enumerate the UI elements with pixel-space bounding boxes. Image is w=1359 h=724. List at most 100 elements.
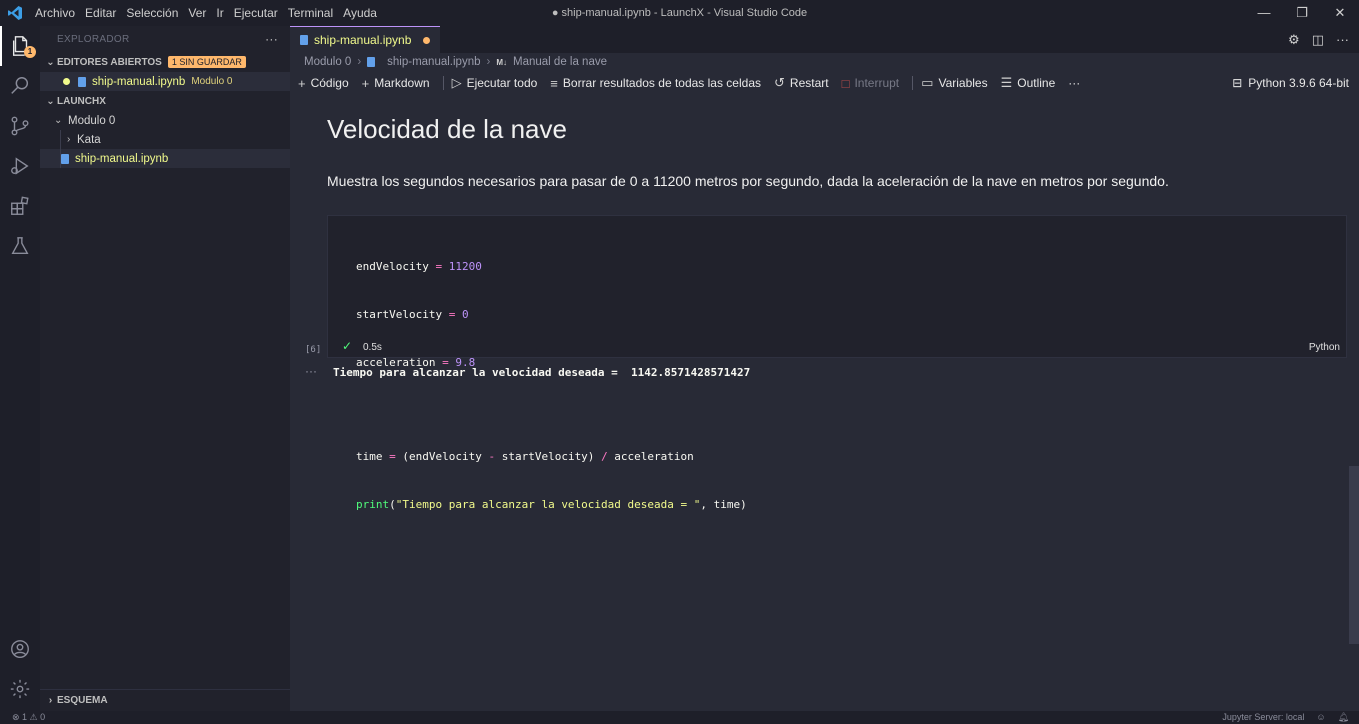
restart-icon: ↺ — [774, 75, 785, 90]
settings-gear-icon[interactable] — [0, 669, 40, 709]
problems-indicator[interactable]: ⊗ 1 ⚠ 0 — [12, 711, 45, 724]
tree-file-ship-manual[interactable]: ship-manual.ipynb — [40, 149, 290, 168]
code-editor[interactable]: endVelocity = 11200 startVelocity = 0 ac… — [356, 227, 747, 545]
outline-section[interactable]: › ESQUEMA — [40, 689, 290, 711]
open-editors-label: EDITORES ABIERTOS — [57, 56, 162, 68]
run-all-label: Ejecutar todo — [466, 76, 538, 90]
variables-label: Variables — [938, 76, 988, 90]
menu-editar[interactable]: Editar — [80, 0, 121, 26]
toolbar-more-button[interactable]: ··· — [1068, 76, 1080, 90]
close-window-button[interactable]: ✕ — [1321, 0, 1359, 26]
chevron-down-icon: ⌄ — [54, 115, 63, 126]
extensions-icon[interactable] — [0, 186, 40, 226]
workspace-label: LAUNCHX — [57, 95, 106, 107]
workspace-section[interactable]: ⌄ LAUNCHX — [40, 91, 290, 111]
outline-label: ESQUEMA — [57, 695, 108, 706]
code-cell[interactable]: endVelocity = 11200 startVelocity = 0 ac… — [327, 215, 1347, 511]
run-debug-icon[interactable] — [0, 146, 40, 186]
editor-scrollbar[interactable] — [1349, 466, 1359, 644]
code-line: startVelocity = 0 — [356, 308, 469, 321]
menu-seleccion[interactable]: Selección — [121, 0, 183, 26]
notebook-file-icon — [61, 153, 69, 164]
plus-icon: + — [298, 75, 306, 91]
title-bar: Archivo Editar Selección Ver Ir Ejecutar… — [0, 0, 1359, 26]
check-icon: ✓ — [342, 339, 353, 353]
interrupt-label: Interrupt — [854, 76, 900, 90]
interrupt-button[interactable]: □ Interrupt — [842, 76, 900, 91]
jupyter-server-status[interactable]: Jupyter Server: local — [1222, 711, 1304, 724]
open-editors-section[interactable]: ⌄ EDITORES ABIERTOS 1 SIN GUARDAR — [40, 52, 290, 72]
outline-button[interactable]: ☰ Outline — [1001, 75, 1056, 91]
settings-gear-icon[interactable]: ⚙ — [1288, 32, 1300, 48]
code-line: endVelocity = 11200 — [356, 260, 482, 273]
search-icon[interactable] — [0, 66, 40, 106]
account-icon[interactable] — [0, 629, 40, 669]
menu-ver[interactable]: Ver — [183, 0, 211, 26]
stop-icon: □ — [841, 75, 850, 91]
subfolder-label: Kata — [77, 133, 101, 146]
more-actions-icon[interactable]: ··· — [1336, 32, 1349, 47]
code-line: print("Tiempo para alcanzar la velocidad… — [356, 498, 747, 511]
minimize-button[interactable]: — — [1245, 0, 1283, 26]
tree-folder-kata[interactable]: › Kata — [40, 130, 290, 149]
activity-bar: 1 — [0, 26, 40, 711]
output-more-icon[interactable]: ··· — [305, 364, 317, 378]
markdown-heading: Velocidad de la nave — [327, 114, 567, 144]
plus-icon: + — [361, 75, 370, 91]
testing-icon[interactable] — [0, 226, 40, 266]
notifications-icon[interactable]: 🔔︎ — [1338, 711, 1349, 724]
open-editor-item[interactable]: ship-manual.ipynb Modulo 0 — [40, 72, 290, 91]
markdown-paragraph: Muestra los segundos necesarios para pas… — [327, 173, 1169, 189]
files-icon[interactable]: 1 — [0, 26, 40, 66]
clear-outputs-button[interactable]: ≡ Borrar resultados de todas las celdas — [550, 76, 761, 91]
chevron-down-icon: ⌄ — [46, 95, 55, 107]
explorer-more-button[interactable]: ··· — [265, 32, 278, 46]
menu-ir[interactable]: Ir — [211, 0, 228, 26]
run-all-button[interactable]: ▷ Ejecutar todo — [452, 75, 538, 91]
status-bar: ⊗ 1 ⚠ 0 Jupyter Server: local ☺ 🔔︎ — [0, 711, 1359, 724]
chevron-right-icon: › — [357, 56, 362, 68]
menu-ejecutar[interactable]: Ejecutar — [229, 0, 283, 26]
split-editor-icon[interactable]: ◫ — [1312, 32, 1324, 48]
open-editor-folder: Modulo 0 — [191, 76, 233, 87]
variables-icon: ▭ — [921, 75, 934, 90]
code-line: time = (endVelocity - startVelocity) / a… — [356, 450, 694, 463]
add-markdown-button[interactable]: + Markdown — [362, 76, 430, 91]
restart-button[interactable]: ↺ Restart — [774, 75, 829, 91]
breadcrumb-folder[interactable]: Modulo 0 — [304, 56, 351, 68]
notebook-editor: ship-manual.ipynb ⚙ ◫ ··· Modulo 0 › shi… — [290, 26, 1359, 711]
tree-file-label: ship-manual.ipynb — [75, 152, 169, 165]
notebook-file-icon — [367, 57, 376, 67]
menu-archivo[interactable]: Archivo — [30, 0, 80, 26]
breadcrumb-section[interactable]: Manual de la nave — [513, 56, 607, 68]
run-all-icon: ▷ — [451, 75, 462, 90]
unsaved-dot-icon[interactable] — [423, 36, 431, 44]
explorer-title: EXPLORADOR — [57, 33, 130, 45]
variables-button[interactable]: ▭ Variables — [921, 75, 987, 91]
outline-label: Outline — [1017, 76, 1056, 90]
tab-bar: ship-manual.ipynb ⚙ ◫ ··· — [290, 26, 1359, 53]
explorer-sidebar: EXPLORADOR ··· ⌄ EDITORES ABIERTOS 1 SIN… — [40, 26, 290, 711]
explorer-badge: 1 — [24, 46, 36, 58]
chevron-right-icon: › — [486, 56, 491, 68]
menu-ayuda[interactable]: Ayuda — [338, 0, 382, 26]
unsaved-badge: 1 SIN GUARDAR — [167, 56, 246, 68]
source-control-icon[interactable] — [0, 106, 40, 146]
notebook-file-icon — [78, 76, 86, 87]
folder-label: Modulo 0 — [68, 114, 116, 127]
indent-guide — [60, 130, 61, 149]
notebook-toolbar: + Código + Markdown ▷ Ejecutar todo ≡ Borrar… — [290, 71, 1359, 95]
markdown-icon: M↓ — [496, 57, 508, 67]
menu-terminal[interactable]: Terminal — [283, 0, 338, 26]
clear-all-icon: ≡ — [550, 75, 558, 91]
tree-folder-modulo-0[interactable]: ⌄ Modulo 0 — [40, 111, 290, 130]
add-code-button[interactable]: + Código — [298, 76, 349, 91]
cell-status-bar: ✓ 0.5s Python — [328, 337, 1346, 357]
breadcrumb-file[interactable]: ship-manual.ipynb — [387, 56, 480, 68]
tab-ship-manual[interactable]: ship-manual.ipynb — [290, 26, 441, 53]
maximize-button[interactable]: ❐ — [1283, 0, 1321, 26]
cell-output: Tiempo para alcanzar la velocidad desead… — [333, 366, 751, 379]
cell-language[interactable]: Python — [1309, 342, 1340, 353]
kernel-picker[interactable]: ⊟ Python 3.9.6 64-bit — [1232, 71, 1349, 95]
feedback-icon[interactable]: ☺ — [1316, 711, 1325, 724]
